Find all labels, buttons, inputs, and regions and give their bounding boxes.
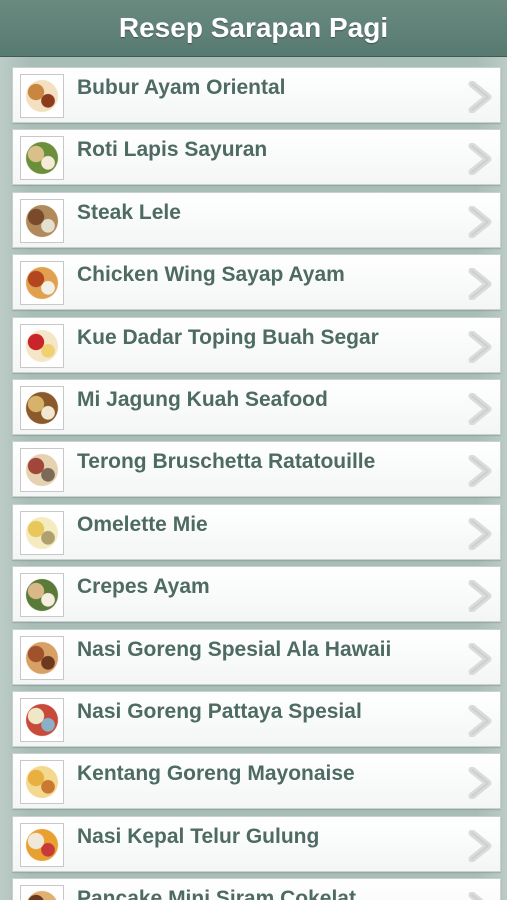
recipe-label: Steak Lele <box>77 201 181 224</box>
recipe-list-item[interactable]: Nasi Goreng Spesial Ala Hawaii <box>12 629 501 685</box>
food-photo <box>22 887 62 900</box>
mi-jagung-thumbnail <box>20 386 64 430</box>
chevron-right-icon <box>468 268 492 300</box>
chevron-right-icon <box>468 206 492 238</box>
recipe-label: Crepes Ayam <box>77 575 210 598</box>
recipe-label: Terong Bruschetta Ratatouille <box>77 450 376 473</box>
recipe-label: Kentang Goreng Mayonaise <box>77 762 355 785</box>
chevron-right-icon <box>468 518 492 550</box>
recipe-label: Kue Dadar Toping Buah Segar <box>77 326 379 349</box>
recipe-label: Mi Jagung Kuah Seafood <box>77 388 328 411</box>
recipe-list-item[interactable]: Bubur Ayam Oriental <box>12 67 501 123</box>
recipe-list-item[interactable]: Nasi Kepal Telur Gulung <box>12 816 501 872</box>
app-header: Resep Sarapan Pagi <box>0 0 507 57</box>
recipe-label: Nasi Goreng Spesial Ala Hawaii <box>77 638 392 661</box>
recipe-list-item[interactable]: Terong Bruschetta Ratatouille <box>12 441 501 497</box>
recipe-list-item[interactable]: Chicken Wing Sayap Ayam <box>12 254 501 310</box>
food-photo <box>22 388 62 428</box>
roti-lapis-thumbnail <box>20 136 64 180</box>
recipe-label: Bubur Ayam Oriental <box>77 76 286 99</box>
recipe-list-item[interactable]: Kue Dadar Toping Buah Segar <box>12 317 501 373</box>
chevron-right-icon <box>468 892 484 900</box>
recipe-list-item[interactable]: Mi Jagung Kuah Seafood <box>12 379 501 435</box>
recipe-list-item[interactable]: Omelette Mie <box>12 504 501 560</box>
omelette-mie-thumbnail <box>20 511 64 555</box>
page-title: Resep Sarapan Pagi <box>118 12 389 43</box>
food-photo <box>22 825 62 865</box>
food-photo <box>22 326 62 366</box>
chevron-right-icon <box>468 580 492 612</box>
recipe-list-item[interactable]: Roti Lapis Sayuran <box>12 129 501 185</box>
food-photo <box>22 76 62 116</box>
kentang-goreng-thumbnail <box>20 760 64 804</box>
recipe-list-item[interactable]: Pancake Mini Siram Cokelat <box>12 878 501 900</box>
chevron-right-icon <box>468 143 492 175</box>
recipe-list-item[interactable]: Kentang Goreng Mayonaise <box>12 753 501 809</box>
food-photo <box>22 201 62 241</box>
food-photo <box>22 513 62 553</box>
nasi-goreng-pattaya-thumbnail <box>20 698 64 742</box>
recipe-label: Nasi Kepal Telur Gulung <box>77 825 320 848</box>
food-photo <box>22 575 62 615</box>
recipe-label: Omelette Mie <box>77 513 208 536</box>
nasi-goreng-hawaii-thumbnail <box>20 636 64 680</box>
chevron-right-icon <box>468 393 492 425</box>
recipe-label: Chicken Wing Sayap Ayam <box>77 263 345 286</box>
chevron-right-icon <box>468 830 492 862</box>
pancake-mini-thumbnail <box>20 885 64 900</box>
crepes-ayam-thumbnail <box>20 573 64 617</box>
chevron-right-icon <box>468 767 492 799</box>
food-photo <box>22 138 62 178</box>
kue-dadar-thumbnail <box>20 324 64 368</box>
recipe-list[interactable]: Bubur Ayam Oriental Roti Lapis Sayuran Ste… <box>0 57 507 900</box>
food-photo <box>22 700 62 740</box>
chevron-right-icon <box>468 331 492 363</box>
food-photo <box>22 450 62 490</box>
recipe-label: Roti Lapis Sayuran <box>77 138 268 161</box>
bubur-ayam-thumbnail <box>20 74 64 118</box>
food-photo <box>22 762 62 802</box>
food-photo <box>22 263 62 303</box>
recipe-list-item[interactable]: Steak Lele <box>12 192 501 248</box>
chicken-wing-thumbnail <box>20 261 64 305</box>
chevron-right-icon <box>468 705 492 737</box>
recipe-label: Nasi Goreng Pattaya Spesial <box>77 700 362 723</box>
steak-lele-thumbnail <box>20 199 64 243</box>
terong-bruschetta-thumbnail <box>20 448 64 492</box>
recipe-list-item[interactable]: Crepes Ayam <box>12 566 501 622</box>
recipe-list-item[interactable]: Nasi Goreng Pattaya Spesial <box>12 691 501 747</box>
chevron-right-icon <box>468 455 492 487</box>
recipe-label: Pancake Mini Siram Cokelat <box>77 887 356 900</box>
chevron-right-icon <box>468 81 492 113</box>
food-photo <box>22 638 62 678</box>
chevron-right-icon <box>468 643 492 675</box>
nasi-kepal-thumbnail <box>20 823 64 867</box>
